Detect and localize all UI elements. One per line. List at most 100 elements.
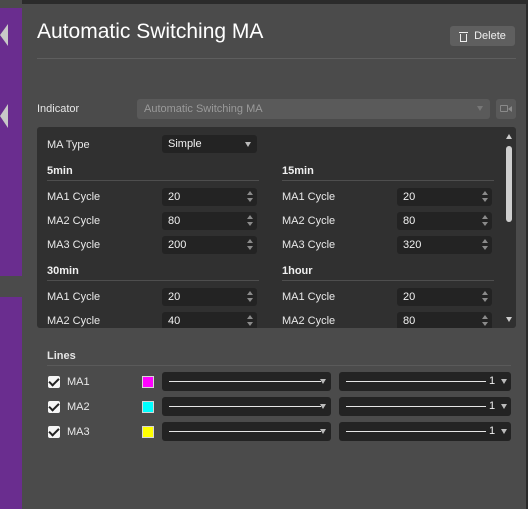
30min-ma1-input[interactable]: 20 <box>162 288 257 306</box>
30min-ma1-value: 20 <box>168 291 181 303</box>
spinner-icon[interactable] <box>247 239 253 251</box>
group-divider <box>282 280 494 281</box>
ma3-checkbox[interactable] <box>48 426 60 438</box>
group-header-1hour: 1hour <box>282 265 313 277</box>
chevron-down-icon <box>320 404 326 409</box>
scrollbar[interactable] <box>502 127 516 328</box>
trash-icon <box>459 31 469 42</box>
ma3-color-swatch[interactable] <box>142 426 154 438</box>
spinner-icon[interactable] <box>247 291 253 303</box>
5min-ma2-input[interactable]: 80 <box>162 212 257 230</box>
delete-label: Delete <box>474 30 506 42</box>
15min-ma1-input[interactable]: 20 <box>397 188 492 206</box>
30min-ma1-label: MA1 Cycle <box>47 291 101 303</box>
15min-ma1-label: MA1 Cycle <box>282 191 336 203</box>
solid-line-icon <box>169 381 321 382</box>
ma1-line-style-select[interactable] <box>162 372 331 391</box>
collapse-arrow-icon[interactable] <box>0 24 8 46</box>
left-sidebar-top <box>0 8 22 276</box>
chevron-down-icon <box>477 106 483 111</box>
group-header-5min: 5min <box>47 165 73 177</box>
30min-ma2-label: MA2 Cycle <box>47 315 101 327</box>
15min-ma3-label: MA3 Cycle <box>282 239 336 251</box>
spinner-icon[interactable] <box>247 215 253 227</box>
video-camera-icon <box>500 105 508 112</box>
5min-ma1-label: MA1 Cycle <box>47 191 101 203</box>
spinner-icon[interactable] <box>482 215 488 227</box>
scroll-thumb[interactable] <box>506 146 512 222</box>
left-sidebar-bottom <box>0 297 22 509</box>
5min-ma2-value: 80 <box>168 215 181 227</box>
chevron-down-icon <box>501 429 507 434</box>
ma2-line-width-value: 1 <box>489 400 496 412</box>
15min-ma2-label: MA2 Cycle <box>282 215 336 227</box>
spinner-icon[interactable] <box>247 191 253 203</box>
top-edge <box>22 0 528 4</box>
solid-line-icon <box>346 406 486 407</box>
15min-ma2-input[interactable]: 80 <box>397 212 492 230</box>
30min-ma2-input[interactable]: 40 <box>162 312 257 328</box>
group-divider <box>47 180 259 181</box>
1hour-ma1-value: 20 <box>403 291 416 303</box>
indicator-select[interactable]: Automatic Switching MA <box>137 99 490 119</box>
1hour-ma2-label: MA2 Cycle <box>282 315 336 327</box>
spinner-icon[interactable] <box>482 291 488 303</box>
ma2-line-label: MA2 <box>67 401 90 413</box>
spinner-icon[interactable] <box>482 239 488 251</box>
5min-ma2-label: MA2 Cycle <box>47 215 101 227</box>
title-divider <box>37 58 516 59</box>
chevron-down-icon <box>501 379 507 384</box>
group-divider <box>282 180 494 181</box>
15min-ma3-input[interactable]: 320 <box>397 236 492 254</box>
chevron-down-icon <box>320 379 326 384</box>
video-button[interactable] <box>496 99 516 119</box>
ma3-line-width-value: 1 <box>489 425 496 437</box>
video-camera-lens-icon <box>508 106 512 112</box>
ma1-checkbox[interactable] <box>48 376 60 388</box>
30min-ma2-value: 40 <box>168 315 181 327</box>
ma2-line-width-select[interactable]: 1 <box>339 397 511 416</box>
expand-arrow-icon[interactable] <box>0 104 8 128</box>
ma-type-value: Simple <box>168 138 202 150</box>
5min-ma1-value: 20 <box>168 191 181 203</box>
ma1-color-swatch[interactable] <box>142 376 154 388</box>
ma1-line-width-select[interactable]: 1 <box>339 372 511 391</box>
scroll-up-icon[interactable] <box>506 134 512 139</box>
chevron-down-icon <box>245 142 251 147</box>
5min-ma3-label: MA3 Cycle <box>47 239 101 251</box>
1hour-ma2-value: 80 <box>403 315 416 327</box>
5min-ma3-value: 200 <box>168 239 187 251</box>
group-divider <box>47 280 259 281</box>
spinner-icon[interactable] <box>247 315 253 327</box>
ma2-checkbox[interactable] <box>48 401 60 413</box>
15min-ma1-value: 20 <box>403 191 416 203</box>
spinner-icon[interactable] <box>482 315 488 327</box>
chevron-down-icon <box>501 404 507 409</box>
1hour-ma1-input[interactable]: 20 <box>397 288 492 306</box>
group-header-30min: 30min <box>47 265 79 277</box>
ma1-line-width-value: 1 <box>489 375 496 387</box>
15min-ma3-value: 320 <box>403 239 422 251</box>
ma1-line-label: MA1 <box>67 376 90 388</box>
ma-type-select[interactable]: Simple <box>162 135 257 153</box>
solid-line-icon <box>169 431 321 432</box>
indicator-label: Indicator <box>37 103 80 115</box>
lines-divider <box>47 365 511 366</box>
5min-ma1-input[interactable]: 20 <box>162 188 257 206</box>
5min-ma3-input[interactable]: 200 <box>162 236 257 254</box>
spinner-icon[interactable] <box>482 191 488 203</box>
ma3-line-style-select[interactable] <box>162 422 331 441</box>
indicator-value: Automatic Switching MA <box>144 103 263 115</box>
solid-line-icon <box>169 406 321 407</box>
ma2-color-swatch[interactable] <box>142 401 154 413</box>
1hour-ma1-label: MA1 Cycle <box>282 291 336 303</box>
delete-button[interactable]: Delete <box>450 26 515 46</box>
solid-line-icon <box>346 381 486 382</box>
page-title: Automatic Switching MA <box>37 20 264 43</box>
1hour-ma2-input[interactable]: 80 <box>397 312 492 328</box>
ma3-line-width-select[interactable]: 1 <box>339 422 511 441</box>
ma2-line-style-select[interactable] <box>162 397 331 416</box>
parameters-panel: MA Type Simple 5min 15min MA1 Cycle 20 M… <box>37 127 516 328</box>
lines-header: Lines <box>47 350 76 362</box>
scroll-down-icon[interactable] <box>506 317 512 322</box>
